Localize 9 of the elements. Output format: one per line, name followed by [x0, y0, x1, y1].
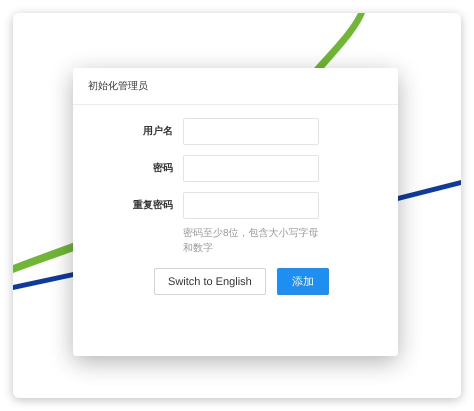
input-field[interactable] — [183, 118, 319, 145]
field-label: 密码 — [152, 162, 174, 176]
dialog-title: 初始化管理员 — [88, 80, 148, 93]
hint-text: 密码至少8位，包含大小写字母和数字 — [183, 226, 320, 256]
input-field[interactable] — [183, 192, 319, 219]
field-label: 重复密码 — [132, 198, 174, 213]
input-field[interactable] — [183, 155, 319, 182]
language-button[interactable]: Switch to English — [154, 268, 266, 295]
field-label: 用户名 — [142, 124, 174, 139]
